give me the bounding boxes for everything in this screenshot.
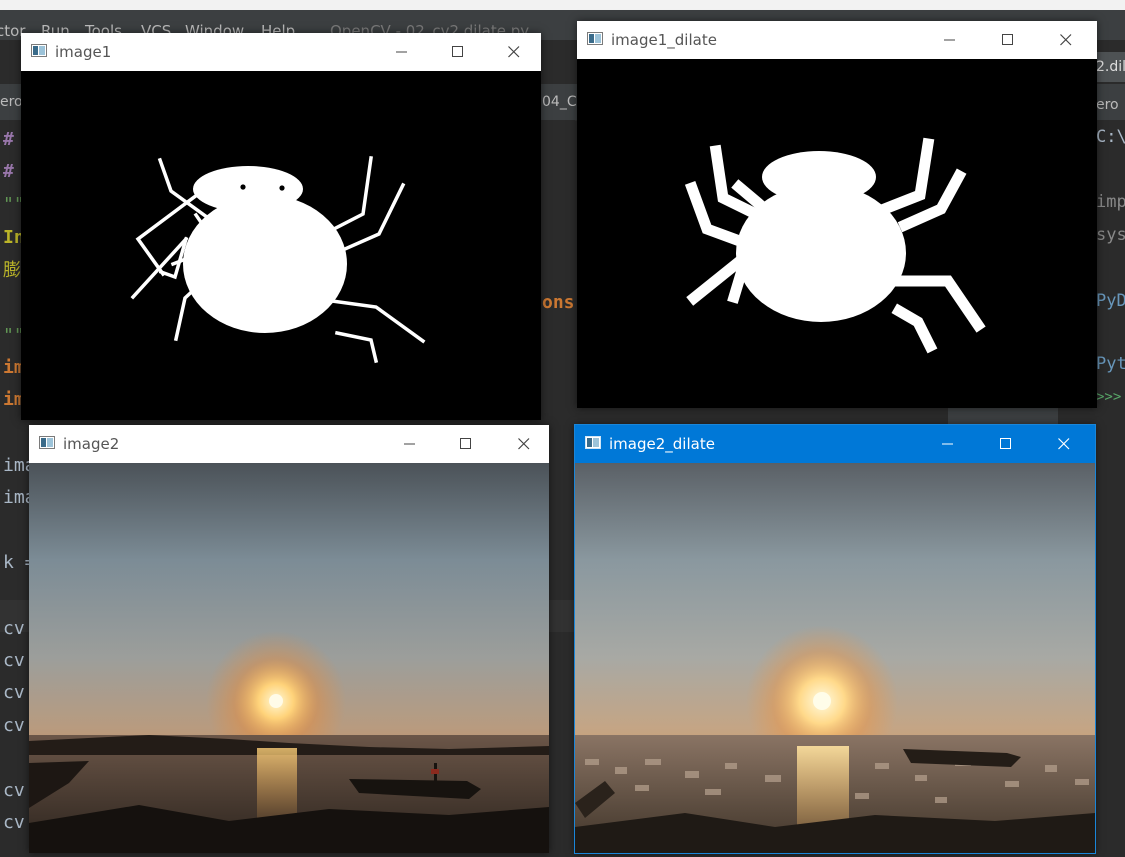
editor-tab-fragment[interactable]: ero: [0, 94, 23, 110]
code-line: #: [3, 129, 14, 150]
maximize-button[interactable]: [435, 33, 481, 71]
minimize-button[interactable]: [387, 425, 433, 463]
close-button[interactable]: [1043, 21, 1089, 59]
minimize-button[interactable]: [927, 21, 973, 59]
right-tab-label[interactable]: 2.dil: [1096, 56, 1125, 78]
maximize-icon: [452, 46, 463, 57]
window-title: image1_dilate: [611, 31, 717, 49]
close-icon: [1058, 438, 1070, 450]
window-title: image2: [63, 435, 120, 453]
close-button[interactable]: [491, 33, 537, 71]
maximize-icon: [460, 438, 471, 449]
code-fragment: ons: [542, 292, 575, 313]
window-image1[interactable]: image1: [21, 33, 541, 420]
panel-scrollbar[interactable]: [948, 406, 1058, 424]
window-titlebar[interactable]: image1: [21, 33, 541, 71]
code-line: 膨: [3, 260, 21, 281]
close-button[interactable]: [501, 425, 547, 463]
os-top-strip: [0, 0, 1125, 10]
image-canvas: [21, 71, 541, 420]
spider-dilated-image: [577, 59, 1097, 408]
window-image1-dilate[interactable]: image1_dilate: [577, 21, 1097, 408]
maximize-icon: [1002, 34, 1013, 45]
window-app-icon: [39, 436, 55, 449]
window-titlebar[interactable]: image2: [29, 425, 549, 463]
window-titlebar[interactable]: image2_dilate: [575, 425, 1095, 463]
minimize-icon: [944, 39, 955, 41]
minimize-button[interactable]: [925, 425, 971, 463]
image-canvas: [29, 463, 549, 853]
console-line: sys: [1096, 225, 1125, 245]
minimize-icon: [404, 443, 415, 445]
maximize-button[interactable]: [443, 425, 489, 463]
console-prompt: >>>: [1096, 389, 1122, 405]
console-line: imp: [1096, 192, 1125, 212]
maximize-button[interactable]: [983, 425, 1029, 463]
code-line: cv: [3, 780, 25, 801]
code-line: #: [3, 161, 14, 182]
window-titlebar[interactable]: image1_dilate: [577, 21, 1097, 59]
console-line: PyD: [1096, 291, 1125, 311]
window-image2[interactable]: image2: [29, 425, 549, 853]
code-line: cv: [3, 618, 25, 639]
window-app-icon: [585, 436, 601, 449]
sunset-photo: [29, 463, 549, 853]
window-title: image2_dilate: [609, 435, 715, 453]
close-button[interactable]: [1041, 425, 1087, 463]
close-icon: [518, 438, 530, 450]
maximize-icon: [1000, 438, 1011, 449]
window-title: image1: [55, 43, 112, 61]
right-tab-label-2[interactable]: ero: [1096, 94, 1119, 116]
console-line: C:\: [1096, 127, 1125, 147]
console-line: Pyt: [1096, 354, 1125, 374]
minimize-icon: [396, 51, 407, 53]
spider-image: [21, 71, 541, 420]
code-line: cv: [3, 812, 25, 833]
window-image2-dilate[interactable]: image2_dilate: [574, 424, 1096, 854]
window-app-icon: [587, 32, 603, 45]
window-app-icon: [31, 44, 47, 57]
close-icon: [508, 46, 520, 58]
code-line: cv: [3, 650, 25, 671]
image-canvas: [577, 59, 1097, 408]
close-icon: [1060, 34, 1072, 46]
minimize-button[interactable]: [379, 33, 425, 71]
image-canvas: [575, 463, 1095, 853]
editor-tab-fragment[interactable]: 04_Cl: [542, 94, 580, 110]
sunset-dilated-photo: [575, 463, 1095, 853]
minimize-icon: [942, 443, 953, 445]
maximize-button[interactable]: [985, 21, 1031, 59]
code-line: cv: [3, 682, 25, 703]
code-line: cv: [3, 715, 25, 736]
